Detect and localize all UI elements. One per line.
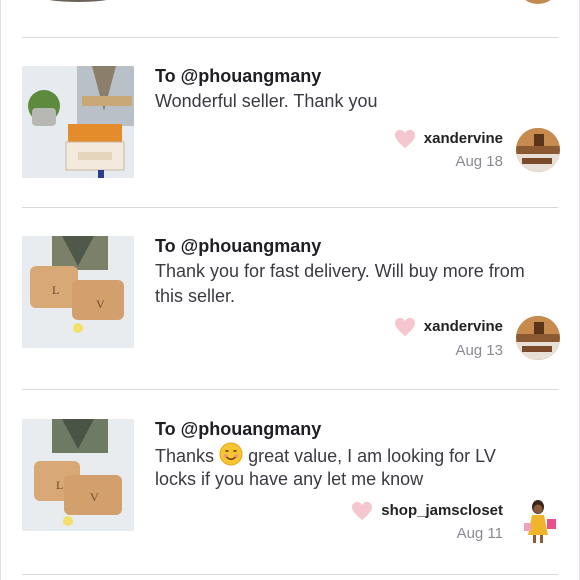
reviewer-username[interactable]: xandervine <box>424 130 503 147</box>
divider <box>22 207 558 208</box>
review-message-text: Thanks <box>155 446 215 466</box>
review-recipient: To @phouangmany <box>155 236 322 256</box>
review-2-thumbnail[interactable]: L V <box>22 236 134 348</box>
reviewer-avatar[interactable] <box>516 316 560 360</box>
divider <box>22 574 558 575</box>
reviewer-username[interactable]: shop_jamscloset <box>381 502 503 519</box>
review-date: Aug 13 <box>455 342 503 359</box>
previous-item-thumbnail[interactable] <box>22 0 134 6</box>
reviewer-username[interactable]: xandervine <box>424 318 503 335</box>
divider <box>22 389 558 390</box>
svg-text:V: V <box>96 297 105 311</box>
svg-text:L: L <box>52 283 59 297</box>
review-1-thumbnail[interactable] <box>22 66 134 178</box>
review-message: Wonderful seller. Thank you <box>155 91 378 111</box>
heart-icon[interactable] <box>394 129 416 149</box>
review-message-line1: Thank you for fast delivery. Will buy mo… <box>155 261 525 281</box>
svg-text:V: V <box>90 490 99 504</box>
reviewer-avatar[interactable] <box>520 499 560 545</box>
svg-text:L: L <box>56 478 63 492</box>
review-date: Aug 18 <box>455 153 503 170</box>
heart-icon[interactable] <box>394 317 416 337</box>
review-recipient: To @phouangmany <box>155 419 322 439</box>
review-3-thumbnail[interactable]: L V <box>22 419 134 531</box>
review-message-line2: this seller. <box>155 286 236 306</box>
divider <box>22 37 558 38</box>
review-message-line2: locks if you have any let me know <box>155 469 424 489</box>
review-message-text: great value, I am looking for LV <box>248 446 496 466</box>
reviewer-avatar[interactable] <box>516 128 560 172</box>
heart-icon[interactable] <box>351 501 373 521</box>
review-date: Aug 11 <box>456 525 503 542</box>
review-recipient: To @phouangmany <box>155 66 322 86</box>
